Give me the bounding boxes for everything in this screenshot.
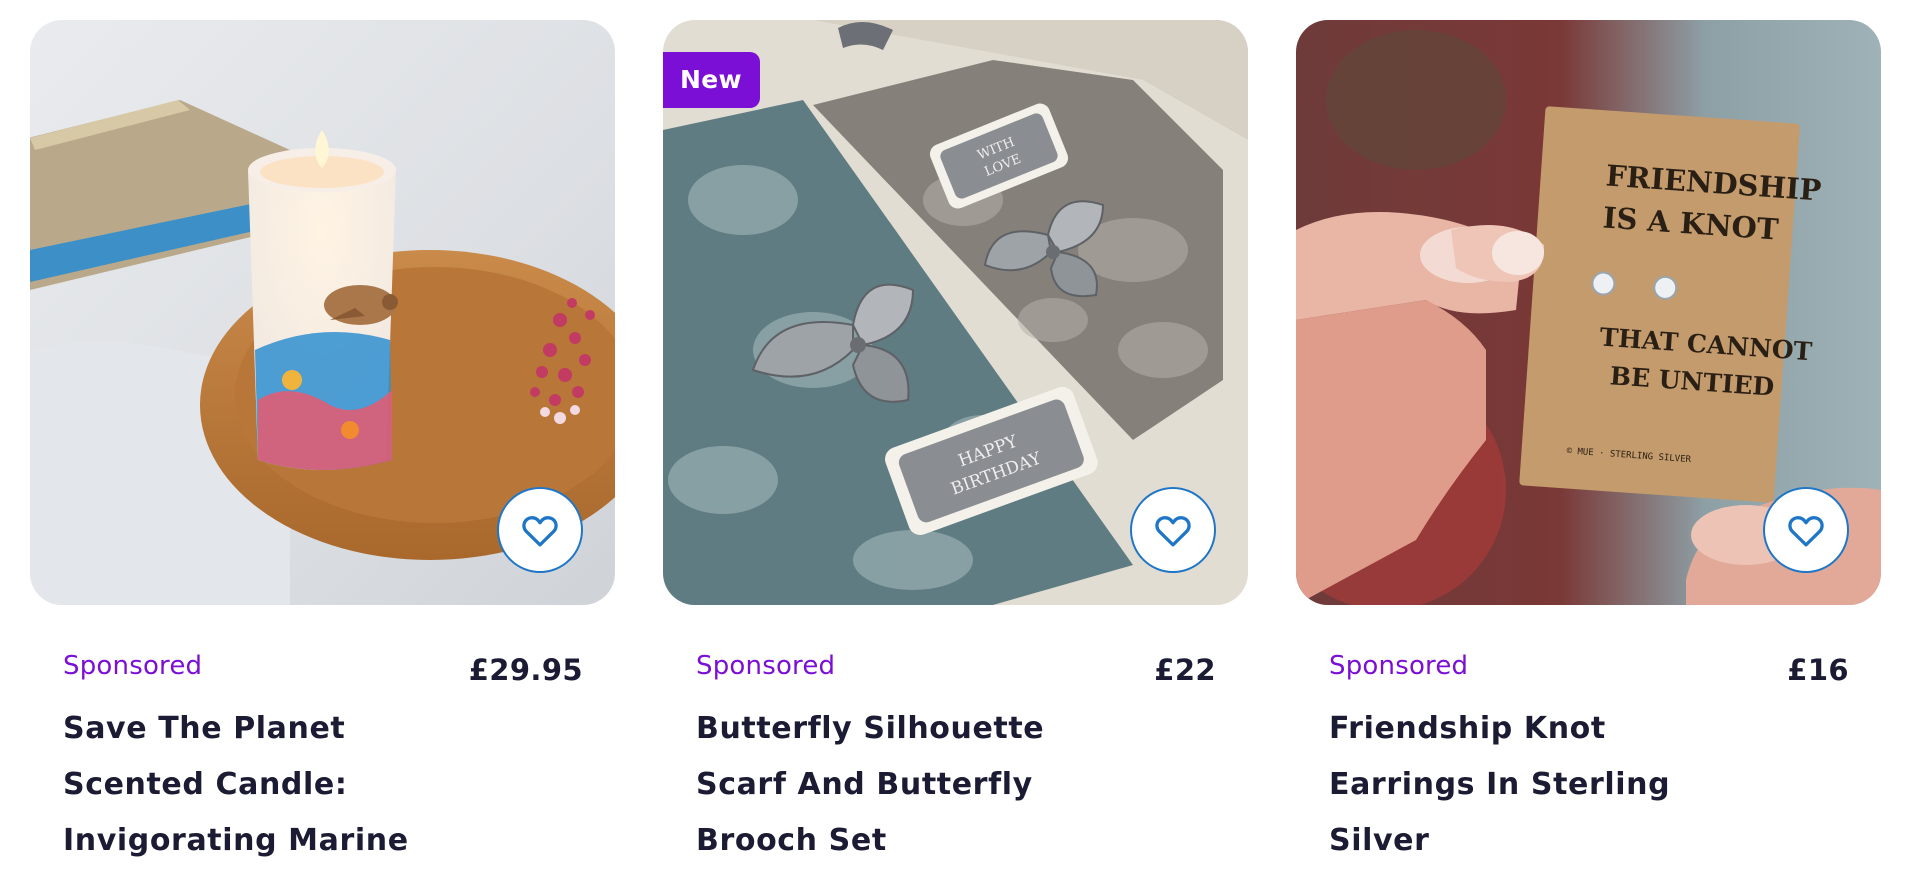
product-card[interactable]: Sponsored £29.95 Save The Planet Scented…	[30, 20, 615, 869]
heart-outline-icon	[522, 516, 558, 547]
product-title[interactable]: Butterfly Silhouette Scarf And Butterfly…	[696, 701, 1176, 869]
product-title-line: Brooch Set	[696, 823, 887, 858]
product-price: £29.95	[468, 653, 583, 687]
product-title-line: Scarf And Butterfly	[696, 767, 1033, 802]
product-title-line: Friendship Knot	[1329, 711, 1606, 746]
product-meta: Sponsored £29.95	[30, 633, 615, 699]
product-title-line: Silver	[1329, 823, 1430, 858]
favourite-button[interactable]	[1763, 487, 1849, 573]
product-title-line: Earrings In Sterling	[1329, 767, 1671, 802]
new-badge: New	[663, 52, 760, 108]
product-title[interactable]: Save The Planet Scented Candle: Invigora…	[63, 701, 543, 869]
sponsored-label: Sponsored	[1329, 651, 1469, 681]
product-title-line: Invigorating Marine	[63, 823, 409, 858]
product-grid: Sponsored £29.95 Save The Planet Scented…	[30, 20, 1882, 869]
product-price: £16	[1787, 653, 1849, 687]
sponsored-label: Sponsored	[696, 651, 836, 681]
product-title[interactable]: Friendship Knot Earrings In Sterling Sil…	[1329, 701, 1809, 869]
product-title-line: Scented Candle:	[63, 767, 348, 802]
favourite-button[interactable]	[497, 487, 583, 573]
product-image[interactable]: FRIENDSHIP IS A KNOT THAT CANNOT BE UNTI…	[1296, 20, 1881, 605]
heart-outline-icon	[1788, 516, 1824, 547]
sponsored-label: Sponsored	[63, 651, 203, 681]
product-meta: Sponsored £16	[1296, 633, 1881, 699]
product-title-line: Butterfly Silhouette	[696, 711, 1045, 746]
product-card[interactable]: WITH LOVE HAPPY BIRTHDAY New Sponsored £…	[663, 20, 1248, 869]
product-price: £22	[1154, 653, 1216, 687]
product-image[interactable]	[30, 20, 615, 605]
heart-outline-icon	[1155, 516, 1191, 547]
favourite-button[interactable]	[1130, 487, 1216, 573]
product-image[interactable]: WITH LOVE HAPPY BIRTHDAY New	[663, 20, 1248, 605]
product-meta: Sponsored £22	[663, 633, 1248, 699]
product-title-line: Save The Planet	[63, 711, 346, 746]
product-card[interactable]: FRIENDSHIP IS A KNOT THAT CANNOT BE UNTI…	[1296, 20, 1881, 869]
